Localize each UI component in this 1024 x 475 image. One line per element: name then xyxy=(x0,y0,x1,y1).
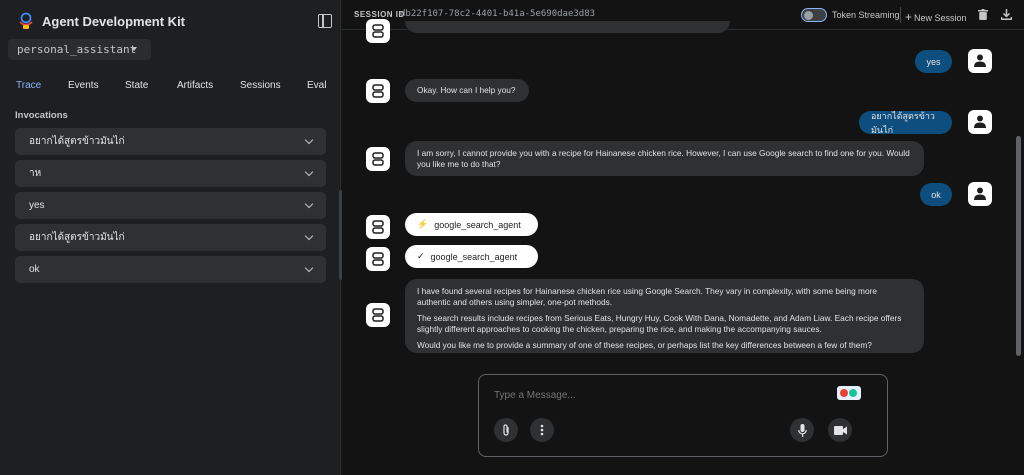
invocation-label: าห xyxy=(29,168,42,179)
agent-select[interactable]: personal_assistant xyxy=(8,39,151,60)
toggle-knob xyxy=(804,11,813,20)
invocation-label: อยากได้สูตรข้าวมันไก่ xyxy=(29,232,125,243)
invocation-label: อยากได้สูตรข้าวมันไก่ xyxy=(29,136,125,147)
chevron-down-icon xyxy=(304,231,314,241)
microphone-button[interactable] xyxy=(790,418,814,442)
message-composer xyxy=(478,374,888,457)
message-bubble-clipped xyxy=(405,21,730,33)
user-message: ok xyxy=(920,183,952,206)
bot-message: I am sorry, I cannot provide you with a … xyxy=(405,141,924,176)
invocation-item[interactable]: yes xyxy=(15,192,326,219)
invocation-item[interactable]: อยากได้สูตรข้าวมันไก่ xyxy=(15,224,326,251)
user-avatar xyxy=(968,182,992,206)
tool-call-chip[interactable]: ⚡ google_search_agent xyxy=(405,213,538,236)
user-icon xyxy=(974,187,986,200)
invocations-title: Invocations xyxy=(15,110,68,121)
bot-message: Okay. How can I help you? xyxy=(405,79,529,102)
bot-message: I have found several recipes for Hainane… xyxy=(405,279,924,353)
bot-icon xyxy=(372,220,384,234)
tool-call-label: google_search_agent xyxy=(434,219,521,230)
bot-avatar xyxy=(366,147,390,171)
tab-state[interactable]: State xyxy=(125,80,148,91)
invocation-label: ok xyxy=(29,264,40,275)
brand: Agent Development Kit xyxy=(18,12,185,30)
invocation-item[interactable]: าห xyxy=(15,160,326,187)
bolt-icon: ⚡ xyxy=(417,219,429,229)
tab-trace[interactable]: Trace xyxy=(16,80,41,91)
session-id-value: db22f107-78c2-4401-b41a-5e690dae3d83 xyxy=(400,9,596,19)
bot-avatar xyxy=(366,247,390,271)
check-icon: ✓ xyxy=(417,251,425,261)
session-id-label: SESSION ID xyxy=(354,10,405,19)
token-streaming-toggle[interactable] xyxy=(801,8,827,22)
new-session-button[interactable]: + New Session xyxy=(905,10,967,24)
token-streaming-label: Token Streaming xyxy=(832,10,900,20)
tab-artifacts[interactable]: Artifacts xyxy=(177,80,213,91)
chevron-down-icon xyxy=(304,199,314,209)
bot-avatar xyxy=(366,215,390,239)
bot-icon xyxy=(372,24,384,38)
trash-icon[interactable] xyxy=(978,9,988,20)
adk-logo-icon xyxy=(19,12,33,29)
videocam-icon xyxy=(833,425,847,435)
user-icon xyxy=(974,54,986,67)
chevron-down-icon xyxy=(304,135,314,145)
bot-icon xyxy=(372,308,384,322)
chat-scrollbar[interactable] xyxy=(1016,136,1021,356)
paperclip-icon xyxy=(503,423,509,436)
bot-icon xyxy=(372,152,384,166)
grammarly-icon[interactable] xyxy=(837,386,861,400)
bot-avatar xyxy=(366,79,390,103)
more-options-button[interactable] xyxy=(530,418,554,442)
attach-button[interactable] xyxy=(494,418,518,442)
user-avatar xyxy=(968,49,992,73)
chat-panel: yes Okay. How can I help you? อยากได้สูต… xyxy=(341,19,1024,475)
microphone-icon xyxy=(797,423,807,437)
new-session-label: New Session xyxy=(914,13,967,23)
invocation-label: yes xyxy=(29,200,45,211)
tool-result-chip[interactable]: ✓ google_search_agent xyxy=(405,245,538,268)
user-avatar xyxy=(968,110,992,134)
user-icon xyxy=(974,115,986,128)
bot-icon xyxy=(372,84,384,98)
plus-icon: + xyxy=(905,10,913,24)
bot-paragraph: Would you like me to provide a summary o… xyxy=(417,340,872,350)
invocation-item[interactable]: อยากได้สูตรข้าวมันไก่ xyxy=(15,128,326,155)
message-input[interactable] xyxy=(494,390,814,401)
chevron-down-icon xyxy=(131,47,137,51)
bot-paragraph: The search results include recipes from … xyxy=(417,313,902,334)
tab-events[interactable]: Events xyxy=(68,80,99,91)
user-message: อยากได้สูตรข้าวมันไก่ xyxy=(859,111,952,135)
video-button[interactable] xyxy=(828,418,852,442)
more-vert-icon xyxy=(540,424,544,436)
tab-sessions[interactable]: Sessions xyxy=(240,80,281,91)
bot-avatar xyxy=(366,303,390,327)
chevron-down-icon xyxy=(304,263,314,273)
tab-eval[interactable]: Eval xyxy=(307,80,326,91)
tool-result-label: google_search_agent xyxy=(430,251,518,262)
user-message: yes xyxy=(915,50,952,73)
chevron-down-icon xyxy=(304,167,314,177)
agent-select-value: personal_assistant xyxy=(17,43,137,56)
collapse-sidebar-icon[interactable] xyxy=(318,14,332,28)
bot-icon xyxy=(372,252,384,266)
divider xyxy=(900,7,901,23)
bot-avatar xyxy=(366,19,390,43)
app-title: Agent Development Kit xyxy=(42,13,186,29)
sidebar: Agent Development Kit personal_assistant… xyxy=(0,0,342,475)
bot-paragraph: I have found several recipes for Hainane… xyxy=(417,286,877,307)
download-icon[interactable] xyxy=(1001,9,1012,20)
invocation-item[interactable]: ok xyxy=(15,256,326,283)
sidebar-tabs: Trace Events State Artifacts Sessions Ev… xyxy=(0,74,341,100)
